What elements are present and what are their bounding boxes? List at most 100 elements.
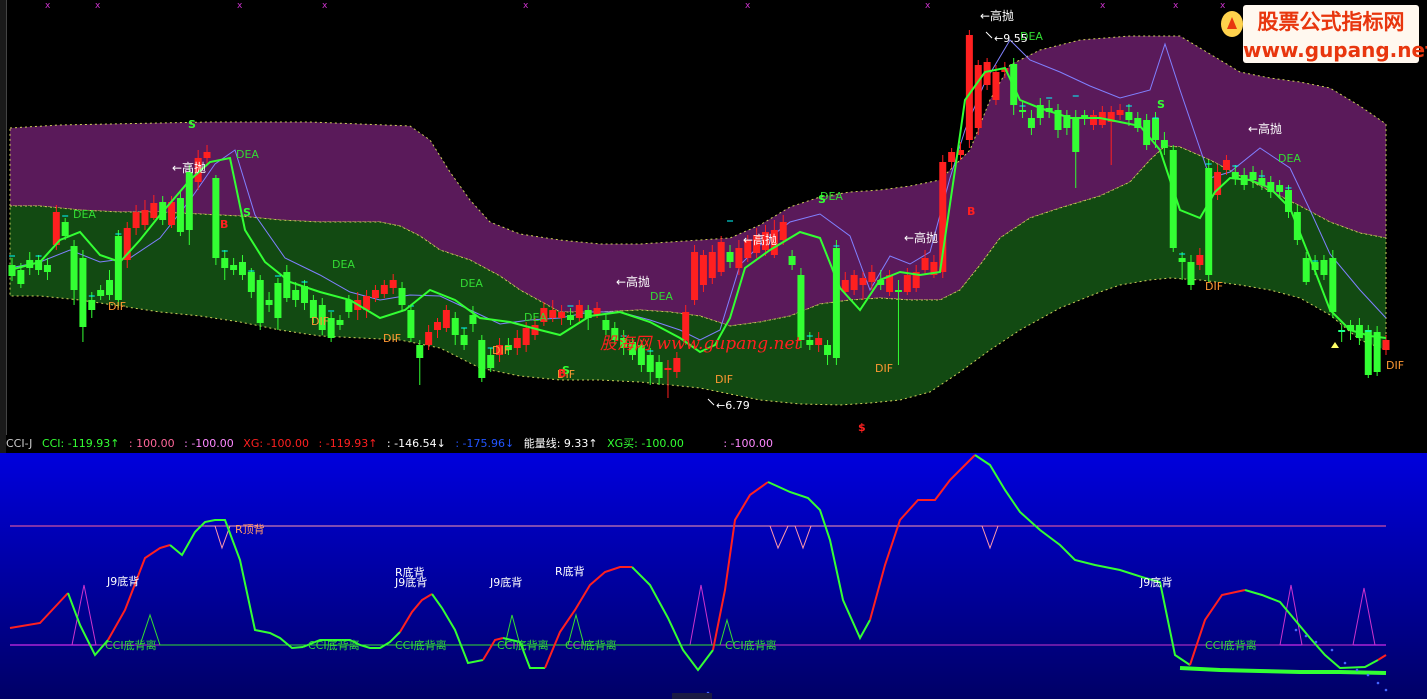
divergence-annotation: CCI底背离 (395, 638, 447, 652)
candle-body (238, 262, 246, 275)
line-label-dea: DEA (524, 311, 547, 324)
value-2: : -100.00 (184, 437, 234, 450)
candle-body (221, 258, 229, 268)
candle-body (779, 222, 787, 240)
top-marker: x (237, 1, 243, 11)
candle-body (416, 345, 424, 358)
line-label-dea: DEA (236, 148, 259, 161)
candle-body (247, 272, 255, 292)
watermark-title: 股票公式指标网 (1257, 10, 1405, 34)
trade-signal-letter: S (1157, 98, 1165, 111)
scroll-thumb[interactable] (672, 693, 712, 699)
candle-body (336, 320, 344, 325)
candle-body (469, 315, 477, 324)
cci-dot (1294, 628, 1298, 632)
candle-body (88, 300, 96, 310)
candle (256, 275, 264, 330)
watermark-url: www.gupang.net (1243, 38, 1427, 62)
candle-body (43, 265, 51, 272)
candle (1364, 325, 1372, 378)
line-label-dif: DIF (875, 362, 893, 375)
candle-body (141, 210, 149, 225)
chart-window: xxxxxxxxxx DEA DIF DEA DEA DIF DIF DEA DEA DIF DE… (0, 0, 1427, 699)
divergence-annotation: CCI底背离 (105, 638, 157, 652)
line-label-dea: DEA (332, 258, 355, 271)
trade-signal-letter: S (188, 118, 196, 131)
candle-body (17, 270, 25, 284)
cci-oscillator-panel: J9底背 CCI底背离 R顶背 CCI底背离 R底背 J9底背 CCI底背离 J9底背 CCI底… (0, 453, 1427, 699)
top-marker: x (322, 1, 328, 11)
oscillator-background (0, 453, 1427, 699)
logo-icon (1221, 11, 1243, 37)
top-marker-row: xxxxxxxxxx (45, 1, 1226, 11)
indicator-name[interactable]: CCI-J (6, 437, 32, 450)
candle-body (398, 288, 406, 305)
cci-dot (1330, 648, 1334, 652)
line-label-dif: DIF (1386, 359, 1404, 372)
candle-body (788, 256, 796, 265)
candle-body (1276, 185, 1284, 192)
top-marker: x (1173, 1, 1179, 11)
candle-body (699, 255, 707, 285)
divergence-annotation: CCI底背离 (565, 638, 617, 652)
candle-body (389, 280, 397, 288)
candle-body (797, 275, 805, 340)
cci-dot (1384, 688, 1388, 692)
price-pointer (707, 398, 715, 406)
candle-body (283, 272, 291, 298)
sell-marker-label: ←高抛 (616, 274, 650, 289)
energy-value: 能量线: 9.33↑ (523, 437, 598, 450)
divergence-annotation: R底背 (555, 564, 585, 578)
sell-marker-label: ←高抛 (980, 8, 1014, 23)
value-6: : -100.00 (723, 437, 774, 450)
candle-body (726, 252, 734, 262)
line-label-dea: DEA (650, 290, 673, 303)
top-marker: x (745, 1, 751, 11)
candle-body (965, 35, 973, 140)
sell-marker-label: ←高抛 (743, 232, 777, 247)
main-price-panel: DEA DIF DEA DEA DIF DIF DEA DEA DIF DEA DIF DIF DEA D… (8, 8, 1404, 434)
cci-dot (1355, 668, 1359, 672)
value-4: : -146.54↓ (386, 437, 446, 450)
candle-body (79, 258, 87, 327)
line-label-dif: DIF (383, 332, 401, 345)
candle-body (1160, 140, 1168, 148)
top-marker: x (45, 1, 51, 11)
candle-body (921, 258, 929, 270)
candle (114, 230, 122, 308)
divergence-annotation: CCI底背离 (1205, 638, 1257, 652)
candle (1373, 326, 1381, 376)
buy-arrow-icon (1331, 342, 1339, 348)
value-1: : 100.00 (128, 437, 175, 450)
sell-marker-label: ←高抛 (1248, 121, 1282, 136)
candle-body (1178, 258, 1186, 262)
candle-body (815, 338, 823, 345)
trade-signal-letter: S (818, 193, 826, 206)
candle-body (1116, 110, 1124, 115)
price-label: ←6.79 (716, 399, 750, 412)
candle-body (735, 248, 743, 268)
candle-body (549, 310, 557, 318)
price-label: ←9.55 (994, 32, 1028, 45)
candle-body (1302, 258, 1310, 282)
value-5: : -175.96↓ (455, 437, 515, 450)
candle-body (478, 340, 486, 378)
candle-body (106, 280, 114, 295)
chart-canvas: xxxxxxxxxx DEADIFDEADEADIFDIFDEADEADIFDE… (0, 1, 1427, 699)
divergence-annotation: CCI底背离 (308, 638, 360, 652)
candle-body (558, 312, 566, 318)
indicator-status-bar: CCI-J CCI: -119.93↑ : 100.00 : -100.00 X… (6, 435, 1427, 453)
candle (974, 60, 982, 135)
candle-body (824, 345, 832, 355)
candle-body (176, 198, 184, 232)
candle-body (97, 290, 105, 296)
candle-body (1249, 172, 1257, 180)
candle-body (1072, 118, 1080, 152)
divergence-annotation: CCI底背离 (725, 638, 777, 652)
trade-signal-letter: $ (858, 421, 866, 434)
candle-body (1019, 110, 1027, 112)
candle-body (974, 65, 982, 128)
candle (212, 175, 220, 265)
candle-body (708, 252, 716, 278)
divergence-annotation: J9底背 (106, 574, 139, 588)
